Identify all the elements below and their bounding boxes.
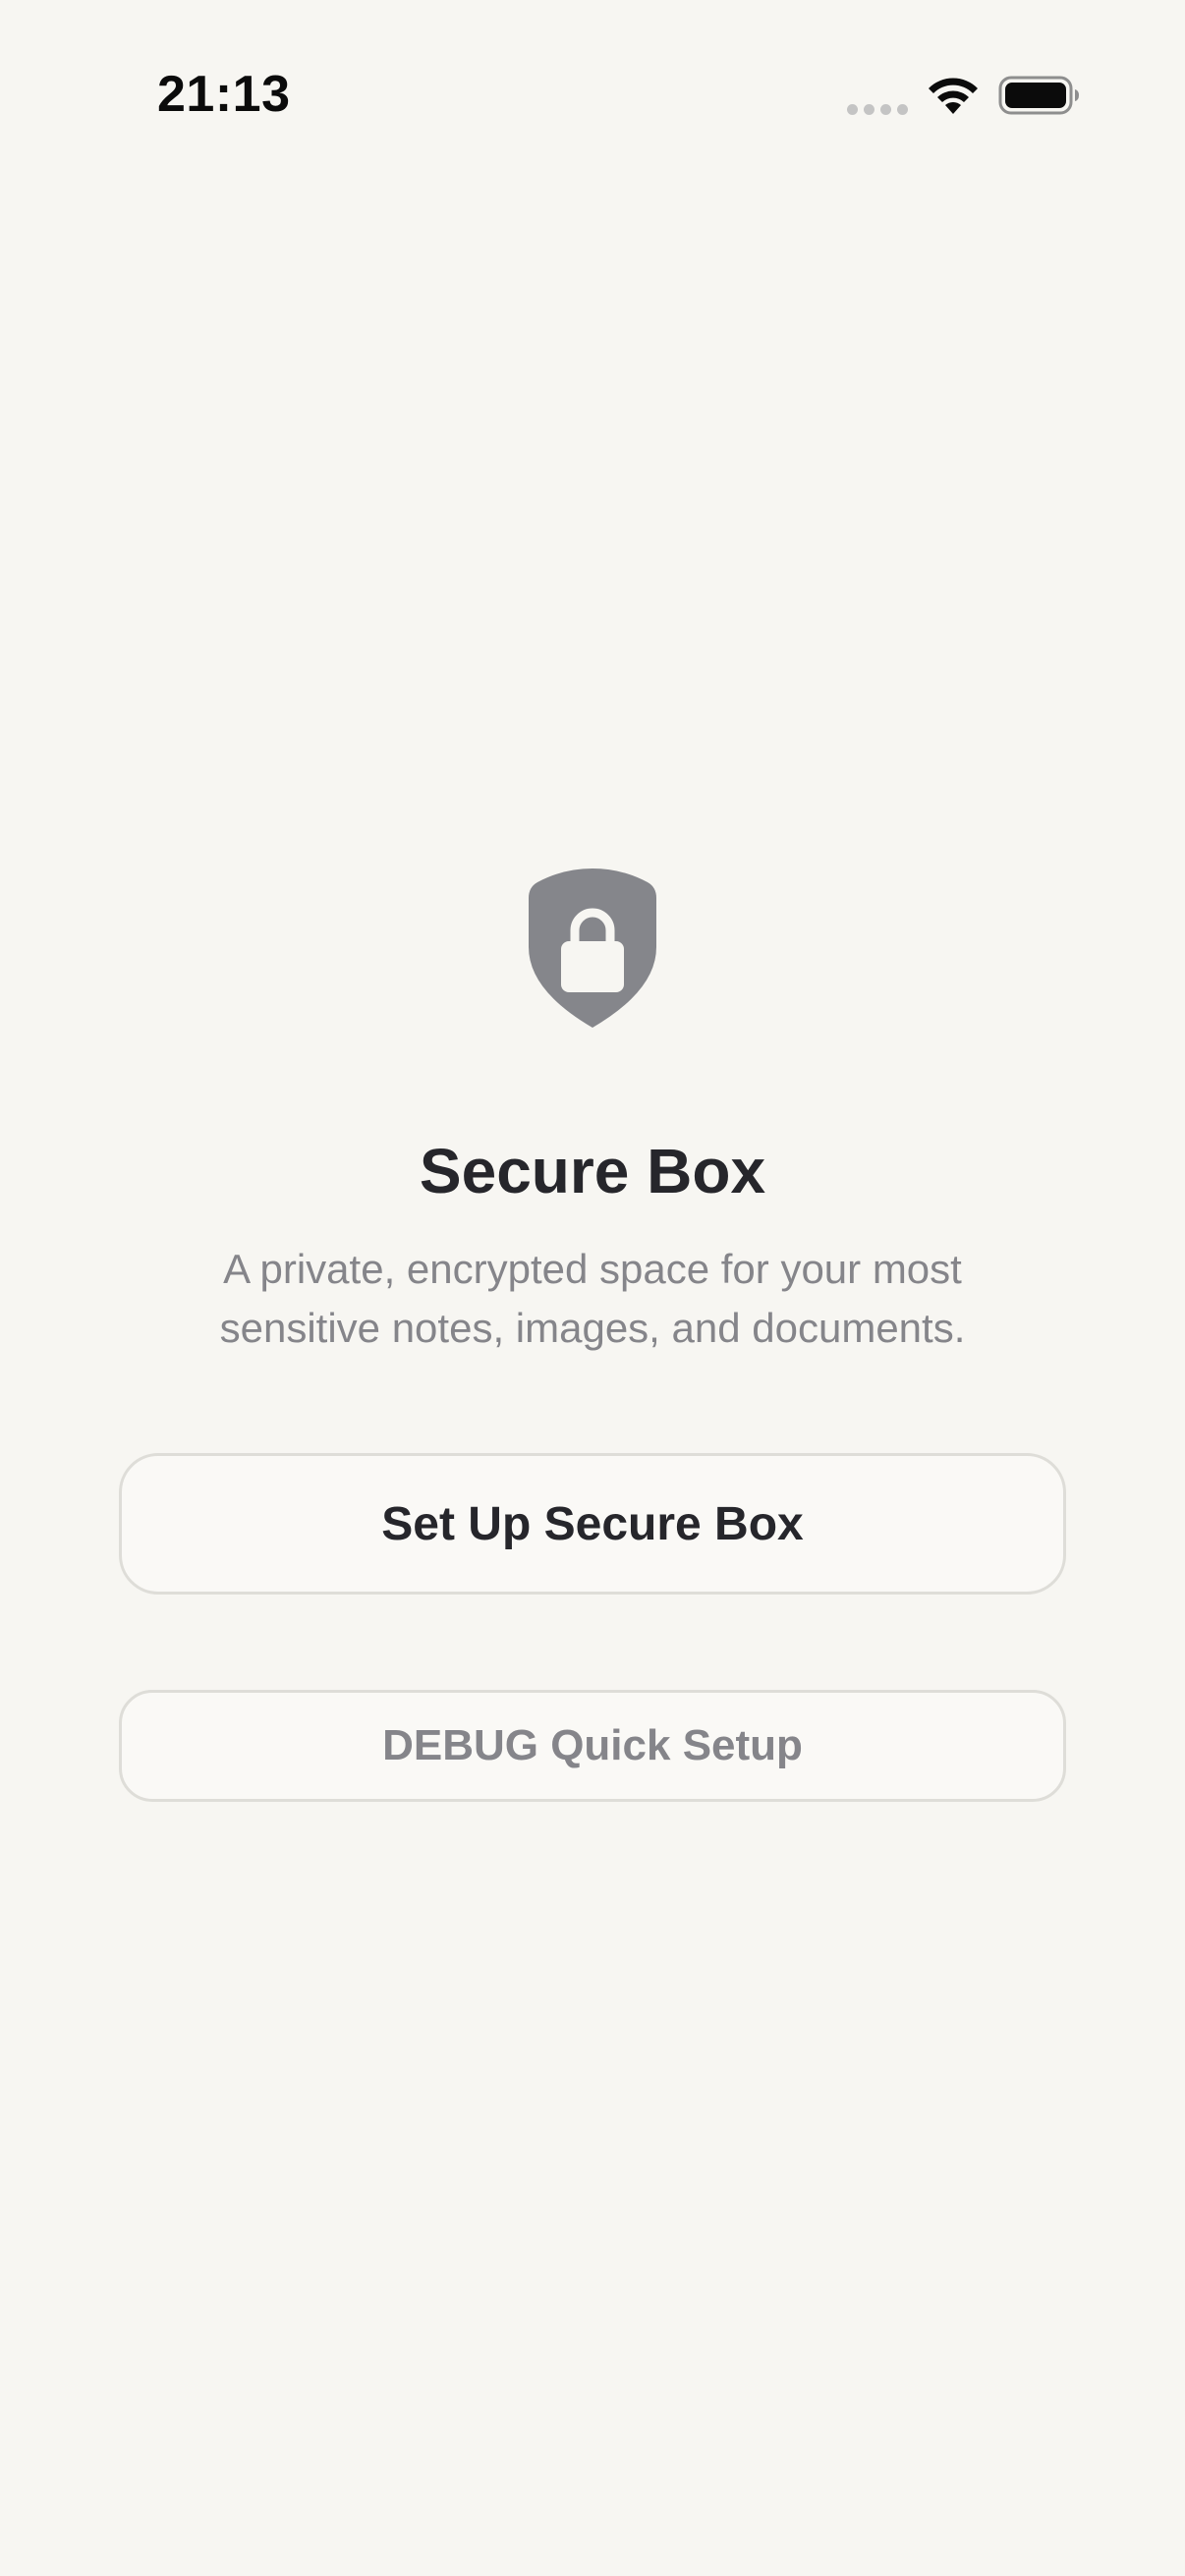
debug-quick-setup-button[interactable]: DEBUG Quick Setup [119, 1690, 1066, 1802]
subtitle-line: sensitive notes, images, and documents. [219, 1305, 966, 1351]
set-up-secure-box-button[interactable]: Set Up Secure Box [119, 1453, 1066, 1595]
shield-lock-icon [529, 868, 656, 1028]
battery-icon [998, 76, 1079, 115]
page-title: Secure Box [419, 1136, 766, 1206]
status-bar: 21:13 [0, 0, 1185, 187]
page-subtitle: A private, encrypted space for your most… [147, 1240, 1038, 1358]
status-time: 21:13 [157, 66, 291, 123]
debug-quick-setup-label: DEBUG Quick Setup [382, 1721, 803, 1769]
set-up-secure-box-label: Set Up Secure Box [381, 1497, 804, 1550]
signal-dots-icon [847, 102, 908, 116]
wifi-icon [929, 78, 978, 114]
subtitle-line: A private, encrypted space for your most [223, 1246, 962, 1292]
